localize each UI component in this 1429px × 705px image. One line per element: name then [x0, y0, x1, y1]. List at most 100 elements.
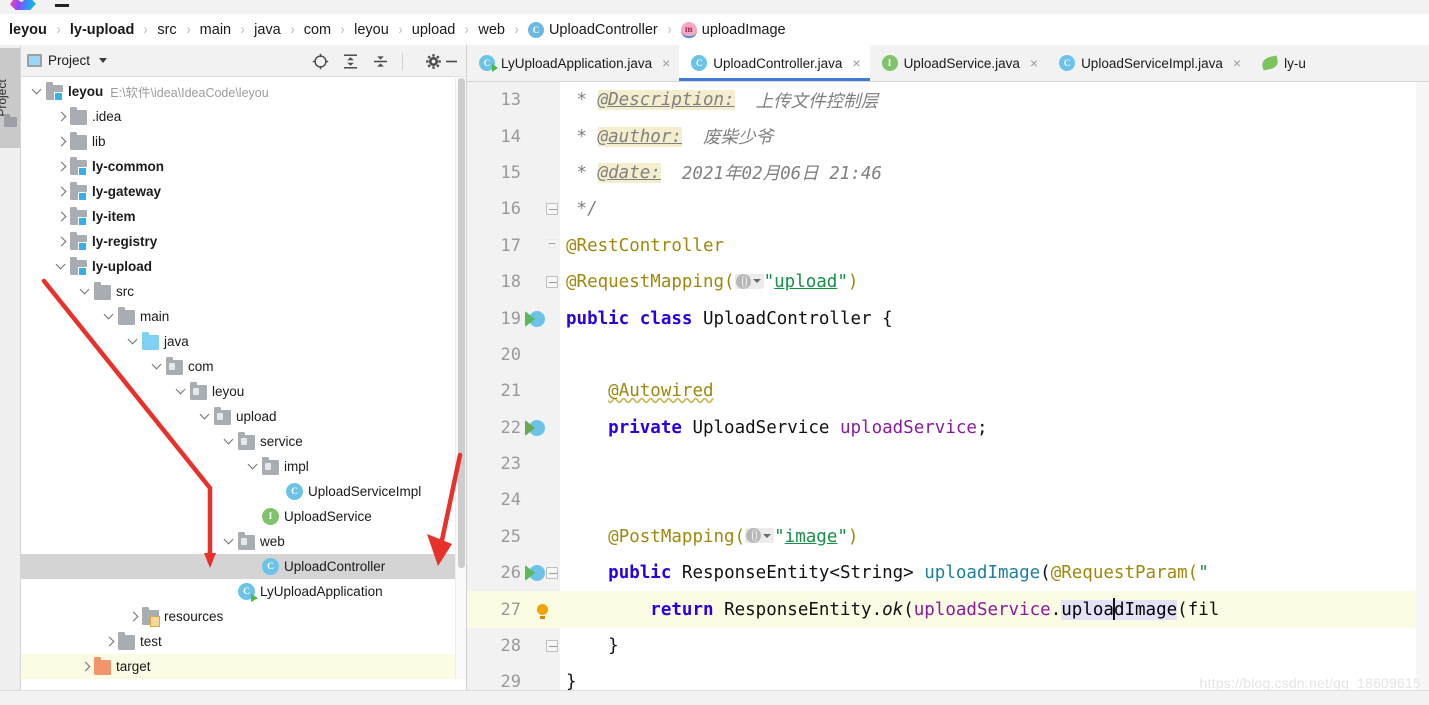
code-text[interactable]: @RequestMapping(" upload ") — [560, 264, 1429, 300]
chevron-down-icon[interactable] — [175, 385, 188, 398]
minimize-panel-icon[interactable] — [443, 53, 460, 70]
code-text[interactable]: @PostMapping(" image ") — [560, 519, 1429, 555]
fold-toggle-icon[interactable] — [546, 240, 558, 252]
code-editor[interactable]: 13 * @Description: 上传文件控制层 14 * @author: … — [467, 82, 1429, 690]
tree-node-ly-registry[interactable]: ly-registry — [21, 229, 466, 254]
tree-node-uploadserviceimpl[interactable]: C UploadServiceImpl — [21, 479, 466, 504]
breadcrumb-item-upload[interactable]: upload — [410, 22, 458, 38]
code-line-19[interactable]: 19 public class UploadController { — [467, 300, 1429, 337]
chevron-right-icon[interactable] — [127, 610, 140, 623]
editor-tab-ly-u[interactable]: ly-u — [1250, 45, 1315, 81]
code-fold-marker[interactable] — [545, 555, 559, 591]
minimize-icon[interactable] — [55, 4, 69, 7]
web-reference-globe-icon[interactable] — [745, 528, 775, 544]
code-text[interactable]: * @Description: 上传文件控制层 — [560, 82, 1429, 118]
code-line-28[interactable]: 28 } — [467, 627, 1429, 665]
code-line-26[interactable]: 26 public ResponseEntity<String> uploadI… — [467, 555, 1429, 592]
chevron-down-icon[interactable] — [103, 310, 116, 323]
code-text[interactable]: public class UploadController { — [560, 300, 1429, 336]
code-text[interactable]: public ResponseEntity<String> uploadImag… — [560, 555, 1429, 591]
code-fold-marker[interactable] — [545, 191, 559, 227]
breadcrumb-item-src[interactable]: src — [155, 22, 178, 38]
web-reference-globe-icon[interactable] — [734, 273, 764, 289]
breadcrumb-item-uploadcontroller[interactable]: C UploadController — [526, 21, 660, 38]
close-icon[interactable]: × — [1233, 55, 1241, 71]
editor-tab-uploadservice-java[interactable]: I UploadService.java × — [870, 45, 1048, 81]
breadcrumb-item-java[interactable]: java — [252, 22, 283, 38]
breadcrumb-item-leyou[interactable]: leyou — [352, 22, 391, 38]
editor-tab-uploadserviceimpl-java[interactable]: C UploadServiceImpl.java × — [1047, 45, 1250, 81]
chevron-down-icon[interactable] — [223, 435, 236, 448]
chevron-down-icon[interactable] — [127, 335, 140, 348]
tree-node-src[interactable]: src — [21, 279, 466, 304]
chevron-down-icon[interactable] — [199, 410, 212, 423]
breadcrumb-item-ly-upload[interactable]: ly-upload — [68, 22, 136, 38]
chevron-down-icon[interactable] — [55, 260, 68, 273]
fold-toggle-icon[interactable] — [546, 567, 558, 580]
tree-node-ly-gateway[interactable]: ly-gateway — [21, 179, 466, 204]
code-text[interactable]: * @author: 废柴少爷 — [560, 118, 1429, 154]
run-class-icon[interactable] — [525, 310, 545, 327]
tree-node-com[interactable]: com — [21, 354, 466, 379]
tree-node-java[interactable]: java — [21, 329, 466, 354]
chevron-right-icon[interactable] — [55, 235, 68, 248]
code-line-15[interactable]: 15 * @date: 2021年02月06日 21:46 — [467, 154, 1429, 192]
code-line-17[interactable]: 17 @RestController — [467, 227, 1429, 264]
tree-node-resources[interactable]: resources — [21, 604, 466, 629]
tree-node-lib[interactable]: lib — [21, 129, 466, 154]
chevron-right-icon[interactable] — [55, 110, 68, 123]
code-line-23[interactable]: 23 — [467, 445, 1429, 483]
implemented-by-icon[interactable] — [525, 419, 545, 436]
code-line-16[interactable]: 16 */ — [467, 191, 1429, 228]
chevron-right-icon[interactable] — [103, 635, 116, 648]
tree-node-service[interactable]: service — [21, 429, 466, 454]
breadcrumb-item-uploadimage[interactable]: m uploadImage — [679, 21, 788, 38]
chevron-right-icon[interactable] — [79, 660, 92, 673]
code-text[interactable]: * @date: 2021年02月06日 21:46 — [560, 155, 1429, 191]
code-text[interactable]: @RestController — [560, 228, 1429, 264]
run-class-icon[interactable] — [525, 565, 545, 582]
tree-node-test[interactable]: test — [21, 629, 466, 654]
code-text[interactable] — [560, 337, 1429, 373]
code-line-27[interactable]: 27 return ResponseEntity. ok(uploadServic… — [467, 591, 1429, 628]
tree-node-ly-upload[interactable]: ly-upload — [21, 254, 466, 279]
editor-tab-uploadcontroller-java[interactable]: C UploadController.java × — [679, 45, 870, 81]
tree-node-ly-common[interactable]: ly-common — [21, 154, 466, 179]
tree-node-web[interactable]: web — [21, 529, 466, 554]
close-icon[interactable]: × — [662, 55, 670, 71]
tree-node-uploadservice[interactable]: I UploadService — [21, 504, 466, 529]
editor-tab-lyuploadapplication-java[interactable]: C LyUploadApplication.java × — [467, 45, 679, 81]
settings-gear-icon[interactable] — [402, 52, 441, 70]
editor-scrollbar[interactable] — [1416, 82, 1429, 690]
code-fold-marker[interactable] — [545, 264, 559, 300]
tool-window-button-project[interactable]: Project — [0, 48, 20, 148]
fold-toggle-icon[interactable] — [546, 203, 558, 216]
close-icon[interactable]: × — [852, 55, 860, 71]
chevron-down-icon[interactable] — [151, 360, 164, 373]
chevron-right-icon[interactable] — [55, 210, 68, 223]
chevron-right-icon[interactable] — [55, 135, 68, 148]
chevron-down-icon[interactable] — [31, 85, 44, 98]
tree-node--idea[interactable]: .idea — [21, 104, 466, 129]
tree-node-target[interactable]: target — [21, 654, 466, 679]
code-line-20[interactable]: 20 — [467, 336, 1429, 374]
code-line-14[interactable]: 14 * @author: 废柴少爷 — [467, 118, 1429, 155]
intention-bulb-icon[interactable] — [537, 604, 548, 620]
project-title-group[interactable]: Project — [27, 53, 108, 68]
close-icon[interactable]: × — [1030, 55, 1038, 71]
chevron-down-icon[interactable] — [99, 58, 108, 63]
code-line-22[interactable]: 22 private UploadService uploadService; — [467, 409, 1429, 446]
code-text[interactable]: return ResponseEntity. ok(uploadService. u… — [560, 591, 1429, 628]
code-text[interactable]: */ — [560, 191, 1429, 227]
breadcrumb-item-com[interactable]: com — [302, 22, 333, 38]
code-text[interactable] — [560, 482, 1429, 518]
code-line-13[interactable]: 13 * @Description: 上传文件控制层 — [467, 82, 1429, 119]
breadcrumb-item-leyou[interactable]: leyou — [7, 22, 49, 38]
tree-node-impl[interactable]: impl — [21, 454, 466, 479]
code-fold-marker[interactable] — [545, 628, 559, 664]
chevron-right-icon[interactable] — [55, 160, 68, 173]
code-fold-marker[interactable] — [545, 228, 559, 264]
chevron-down-icon[interactable] — [79, 285, 92, 298]
expand-all-icon[interactable] — [342, 53, 359, 70]
code-text[interactable]: } — [560, 628, 1429, 664]
